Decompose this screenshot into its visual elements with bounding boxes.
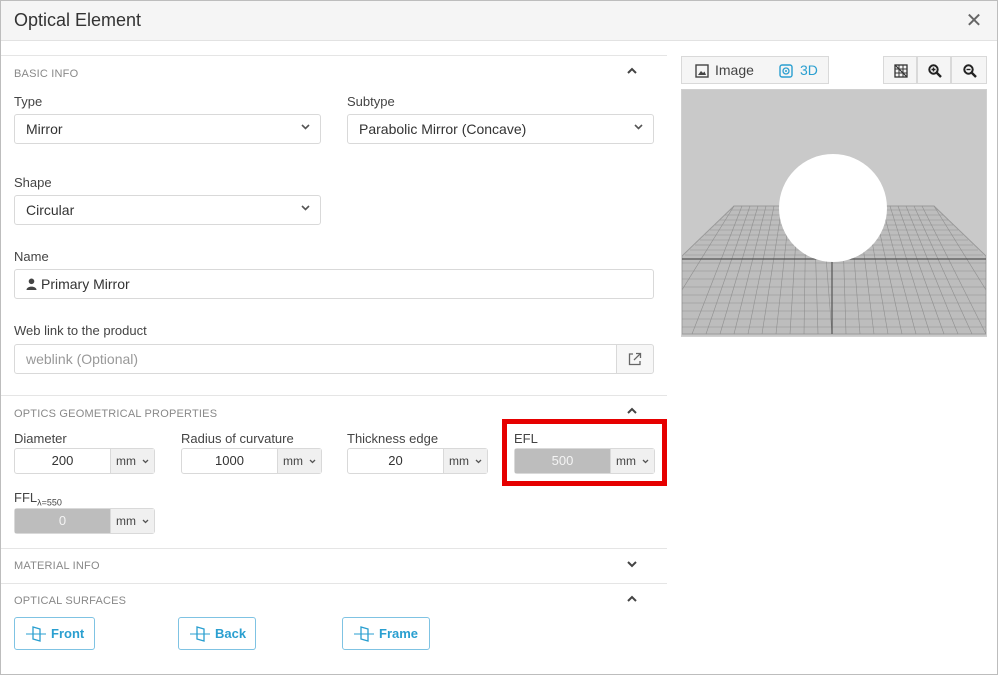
3d-tab-label: 3D: [800, 62, 818, 78]
type-select[interactable]: Mirror: [14, 114, 321, 144]
chevron-down-icon: [142, 459, 149, 464]
optical-element-dialog: Optical Element ✕ BASIC INFO Type Mirror…: [0, 0, 998, 675]
surface-icon: [190, 626, 210, 642]
dialog-title: Optical Element: [14, 10, 142, 30]
zoom-in-button[interactable]: [917, 56, 951, 84]
efl-highlight-box: [502, 419, 667, 486]
chevron-up-icon[interactable]: [624, 593, 640, 609]
dialog-title-bar: Optical Element ✕: [1, 1, 997, 41]
diameter-unit-select[interactable]: mm: [110, 449, 154, 473]
surface-icon: [26, 626, 46, 642]
grid-toggle-button[interactable]: [883, 56, 917, 84]
ffl-unit: mm: [116, 514, 136, 528]
subtype-label: Subtype: [347, 94, 395, 109]
back-surface-button[interactable]: Back: [178, 617, 256, 650]
radius-unit: mm: [283, 454, 303, 468]
zoom-in-icon: [928, 64, 942, 78]
geometry-title: OPTICS GEOMETRICAL PROPERTIES: [14, 408, 218, 420]
ffl-field: 0 mm: [14, 508, 155, 534]
subtype-select[interactable]: Parabolic Mirror (Concave): [347, 114, 654, 144]
front-surface-label: Front: [51, 626, 85, 641]
type-label: Type: [14, 94, 43, 109]
zoom-out-button[interactable]: [951, 56, 987, 84]
name-input-value: Primary Mirror: [41, 276, 130, 292]
thickness-field: 20 mm: [347, 448, 488, 474]
mirror-disc: [779, 154, 887, 262]
front-surface-button[interactable]: Front: [14, 617, 95, 650]
image-tab-label: Image: [715, 62, 754, 78]
subtype-select-value: Parabolic Mirror (Concave): [359, 121, 527, 137]
chevron-down-icon: [301, 122, 310, 134]
image-icon: [695, 64, 709, 78]
diameter-unit: mm: [116, 454, 136, 468]
chevron-down-icon: [142, 519, 149, 524]
external-link-icon: [628, 352, 642, 366]
weblink-label: Web link to the product: [14, 323, 147, 338]
radius-input[interactable]: 1000: [182, 449, 277, 473]
frame-surface-button[interactable]: Frame: [342, 617, 430, 650]
zoom-out-icon: [963, 64, 977, 78]
thickness-unit: mm: [449, 454, 469, 468]
grid-icon: [894, 64, 908, 78]
cube-icon: [779, 64, 793, 78]
weblink-input[interactable]: weblink (Optional): [14, 344, 617, 374]
weblink-placeholder: weblink (Optional): [26, 351, 139, 367]
surfaces-title: OPTICAL SURFACES: [14, 595, 127, 607]
ffl-unit-select[interactable]: mm: [110, 509, 154, 533]
radius-label: Radius of curvature: [181, 431, 294, 446]
chevron-down-icon: [634, 122, 643, 134]
thickness-label: Thickness edge: [347, 431, 439, 446]
open-link-button[interactable]: [616, 344, 654, 374]
chevron-up-icon[interactable]: [624, 65, 640, 81]
user-icon: [26, 278, 37, 290]
back-surface-label: Back: [215, 626, 247, 641]
ffl-label-text: FFL: [14, 490, 38, 505]
basic-info-section-header[interactable]: BASIC INFO: [1, 55, 667, 91]
frame-surface-label: Frame: [379, 626, 419, 641]
basic-info-title: BASIC INFO: [14, 68, 79, 80]
chevron-down-icon[interactable]: [624, 558, 640, 574]
ffl-input: 0: [15, 509, 110, 533]
ffl-subscript: λ=550: [37, 497, 62, 508]
surfaces-section-header[interactable]: OPTICAL SURFACES: [1, 583, 667, 619]
name-input[interactable]: Primary Mirror: [14, 269, 654, 299]
thickness-input[interactable]: 20: [348, 449, 443, 473]
3d-viewer-canvas[interactable]: [681, 89, 987, 337]
material-title: MATERIAL INFO: [14, 560, 100, 572]
type-select-value: Mirror: [26, 121, 63, 137]
diameter-label: Diameter: [14, 431, 67, 446]
material-section-header[interactable]: MATERIAL INFO: [1, 548, 667, 584]
radius-unit-select[interactable]: mm: [277, 449, 321, 473]
3d-scene: [681, 90, 987, 336]
ffl-label: FFLλ=550: [14, 490, 62, 508]
chevron-down-icon: [475, 459, 482, 464]
3d-tab[interactable]: 3D: [766, 56, 829, 84]
shape-select[interactable]: Circular: [14, 195, 321, 225]
surface-icon: [354, 626, 374, 642]
shape-label: Shape: [14, 175, 52, 190]
name-label: Name: [14, 249, 49, 264]
chevron-down-icon: [301, 203, 310, 215]
thickness-unit-select[interactable]: mm: [443, 449, 487, 473]
shape-select-value: Circular: [26, 202, 75, 218]
chevron-down-icon: [309, 459, 316, 464]
radius-field: 1000 mm: [181, 448, 322, 474]
diameter-field: 200 mm: [14, 448, 155, 474]
diameter-input[interactable]: 200: [15, 449, 110, 473]
close-icon[interactable]: ✕: [961, 8, 987, 34]
image-tab[interactable]: Image: [681, 56, 767, 84]
